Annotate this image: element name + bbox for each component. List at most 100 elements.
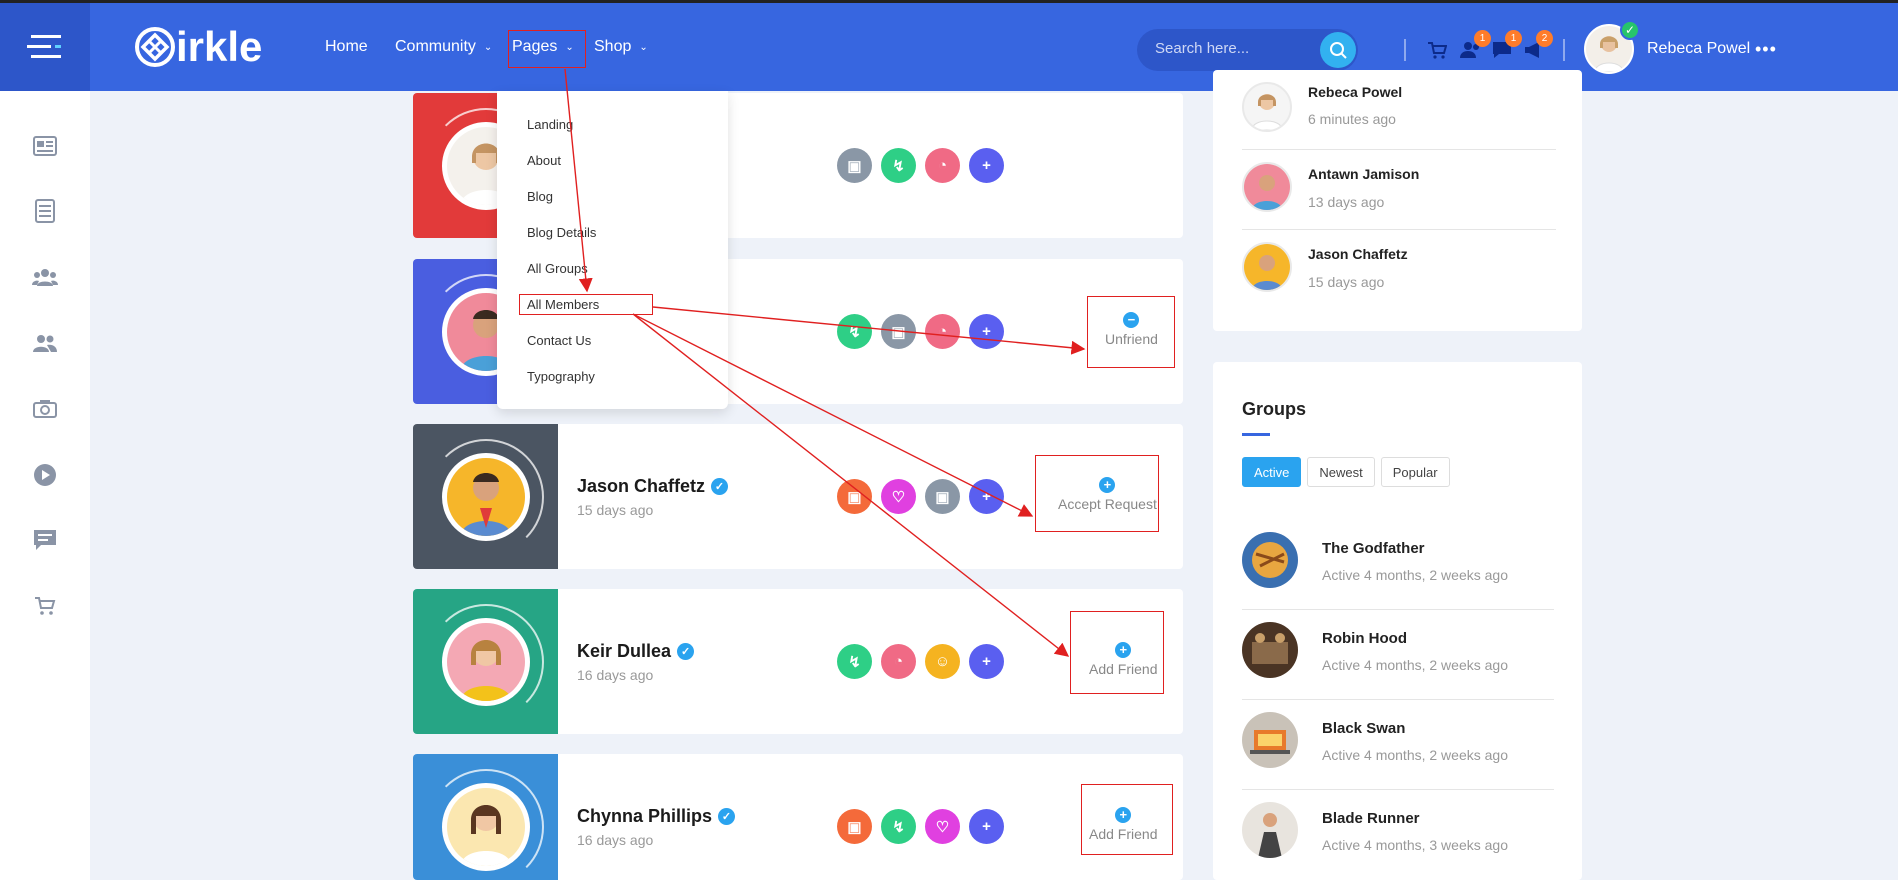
chevron-down-icon: ⌄ — [483, 41, 493, 53]
member-badges: ↯ ▣ ◔ + — [837, 314, 1004, 349]
plus-badge-icon[interactable]: + — [969, 809, 1004, 844]
member-avatar — [1242, 82, 1292, 132]
group-avatar — [1242, 712, 1298, 768]
plus-badge-icon[interactable]: + — [969, 644, 1004, 679]
groups-panel: Groups Active Newest Popular The Godfath… — [1213, 362, 1582, 880]
chevron-down-icon: ⌄ — [639, 41, 648, 53]
avatar-image — [461, 805, 511, 866]
more-options-icon[interactable]: ••• — [1755, 39, 1777, 60]
cart-icon — [1428, 42, 1447, 59]
menu-item-blog-details[interactable]: Blog Details — [527, 225, 596, 240]
user-name[interactable]: Rebeca Powel — [1647, 40, 1750, 58]
plus-badge-icon[interactable]: + — [969, 148, 1004, 183]
bolt-badge-icon: ↯ — [881, 809, 916, 844]
group-item[interactable]: Blade Runner Active 4 months, 3 weeks ag… — [1242, 790, 1554, 880]
sidebar-item-groups[interactable] — [32, 264, 58, 290]
list-item[interactable]: Antawn Jamison 13 days ago — [1242, 150, 1556, 230]
plus-badge-icon[interactable]: + — [969, 314, 1004, 349]
search-button[interactable] — [1320, 32, 1356, 68]
member-name[interactable]: Jason Chaffetz ✓ — [577, 476, 729, 497]
menu-item-about[interactable]: About — [527, 153, 561, 168]
list-item[interactable]: Jason Chaffetz 15 days ago — [1242, 230, 1556, 310]
messages-badge: 1 — [1505, 30, 1522, 47]
sidebar-item-videos[interactable] — [32, 462, 58, 488]
annotation-box-add-friend-2 — [1081, 784, 1173, 855]
play-icon — [34, 464, 56, 486]
nav-community[interactable]: Community ⌄ — [395, 38, 492, 56]
messages-button[interactable]: 1 — [1491, 30, 1522, 61]
logo[interactable]: irkle — [134, 23, 263, 70]
sidebar-item-photos[interactable] — [32, 396, 58, 422]
menu-item-contact-us[interactable]: Contact Us — [527, 333, 591, 348]
tab-popular[interactable]: Popular — [1380, 457, 1450, 487]
group-item[interactable]: Black Swan Active 4 months, 2 weeks ago — [1242, 700, 1554, 790]
online-check-icon: ✓ — [1620, 20, 1640, 40]
smile-badge-icon: ☺ — [925, 644, 960, 679]
member-name: Rebeca Powel — [1308, 84, 1403, 100]
avatar-image — [461, 473, 511, 536]
menu-toggle-button[interactable] — [0, 3, 90, 91]
menu-item-blog[interactable]: Blog — [527, 189, 553, 204]
nav-home[interactable]: Home — [325, 38, 368, 56]
menu-item-typography[interactable]: Typography — [527, 369, 595, 384]
plus-badge-icon[interactable]: + — [969, 479, 1004, 514]
member-avatar[interactable] — [442, 453, 530, 541]
sidebar-item-friends[interactable] — [32, 330, 58, 356]
group-avatar — [1242, 802, 1298, 858]
nav-shop-label: Shop — [594, 38, 632, 55]
cake-badge-icon: ▣ — [881, 314, 916, 349]
member-name[interactable]: Keir Dullea ✓ — [577, 641, 695, 662]
recent-members-panel: Rebeca Powel 6 minutes ago Antawn Jamiso… — [1213, 70, 1582, 331]
bolt-badge-icon: ↯ — [881, 148, 916, 183]
menu-item-all-groups[interactable]: All Groups — [527, 261, 588, 276]
group-avatar — [1242, 532, 1298, 588]
tab-active[interactable]: Active — [1242, 457, 1302, 487]
member-name: Jason Chaffetz — [1308, 246, 1408, 262]
divider — [1563, 39, 1565, 61]
member-badges: ▣ ♡ ▣ + — [837, 479, 1004, 514]
sidebar-item-shop[interactable] — [32, 593, 58, 619]
divider — [1404, 39, 1406, 61]
heart-badge-icon: ♡ — [881, 479, 916, 514]
search-input[interactable] — [1155, 40, 1305, 57]
group-avatar — [1242, 622, 1298, 678]
group-image — [1258, 813, 1282, 858]
gift-badge-icon: ▣ — [837, 809, 872, 844]
list-item[interactable]: Rebeca Powel 6 minutes ago — [1242, 70, 1556, 150]
title-underline — [1242, 433, 1270, 436]
verified-icon: ✓ — [677, 643, 695, 660]
group-item[interactable]: Robin Hood Active 4 months, 2 weeks ago — [1242, 610, 1554, 700]
member-time: 6 minutes ago — [1308, 111, 1396, 127]
member-avatar — [1242, 162, 1292, 212]
cart-button[interactable] — [1426, 39, 1448, 61]
member-avatar[interactable] — [442, 783, 530, 871]
notifications-button[interactable]: 2 — [1522, 30, 1553, 61]
left-sidebar — [0, 91, 90, 880]
groups-tabs: Active Newest Popular — [1242, 457, 1450, 487]
friend-requests-badge: 1 — [1474, 30, 1491, 47]
member-name: Antawn Jamison — [1308, 166, 1420, 182]
sidebar-item-pages[interactable] — [32, 198, 58, 224]
member-card: Chynna Phillips ✓ 16 days ago ▣ ↯ ♡ + + A… — [413, 754, 1183, 880]
avatar-image — [1244, 244, 1290, 290]
sidebar-item-newsfeed[interactable] — [32, 133, 58, 159]
group-time: Active 4 months, 3 weeks ago — [1322, 837, 1508, 853]
member-avatar[interactable] — [442, 618, 530, 706]
message-icon — [34, 530, 56, 550]
member-avatar — [1242, 242, 1292, 292]
search-box — [1137, 29, 1358, 71]
group-image — [1252, 633, 1288, 664]
top-navbar: irkle Home Community⌄ Pages⌄ Shop⌄ 1 1 2… — [0, 0, 1898, 91]
nav-shop[interactable]: Shop ⌄ — [594, 38, 648, 56]
sidebar-item-messages[interactable] — [32, 527, 58, 553]
group-item[interactable]: The Godfather Active 4 months, 2 weeks a… — [1242, 520, 1554, 610]
nav-home-label: Home — [325, 38, 368, 55]
menu-item-landing[interactable]: Landing — [527, 117, 573, 132]
friend-requests-button[interactable]: 1 — [1460, 30, 1491, 61]
cake-badge-icon: ▣ — [925, 479, 960, 514]
logo-text: irkle — [176, 23, 263, 70]
trophy-badge-icon: ◔ — [881, 644, 916, 679]
group-image — [1250, 730, 1290, 754]
member-name[interactable]: Chynna Phillips ✓ — [577, 806, 736, 827]
tab-newest[interactable]: Newest — [1307, 457, 1375, 487]
